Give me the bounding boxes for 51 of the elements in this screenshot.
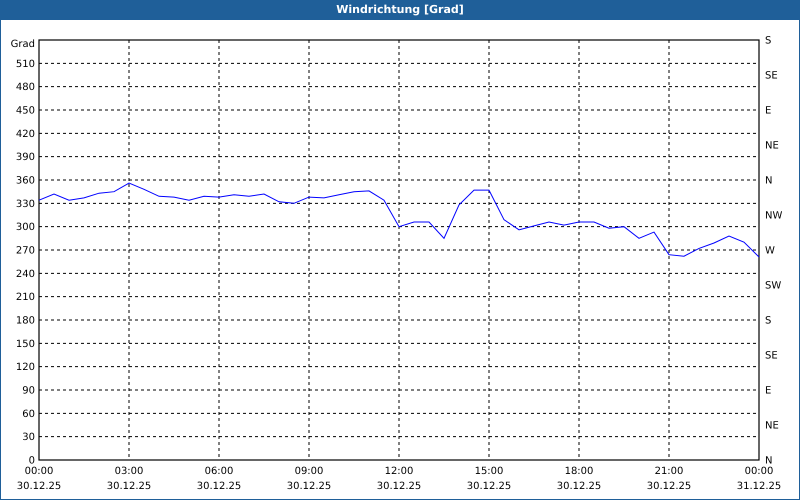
compass-direction-label: SE — [765, 350, 778, 362]
date-label: 31.12.25 — [736, 481, 782, 492]
date-label: 30.12.25 — [196, 481, 242, 492]
y-tick-label: 480 — [16, 82, 35, 94]
y-tick-label: 90 — [22, 386, 35, 396]
y-tick-label: 150 — [16, 338, 35, 350]
date-label: 30.12.25 — [106, 481, 152, 492]
date-label: 30.12.25 — [466, 481, 512, 492]
compass-direction-label: SE — [765, 70, 778, 82]
date-label: 30.12.25 — [286, 481, 332, 492]
y-tick-label: 330 — [16, 198, 35, 210]
y-tick-label: 450 — [16, 106, 35, 116]
window-title: Windrichtung [Grad] — [1, 0, 799, 20]
date-label: 30.12.25 — [16, 481, 62, 492]
compass-direction-label: N — [765, 176, 772, 186]
time-label: 21:00 — [654, 466, 684, 477]
compass-direction-label: NE — [765, 420, 779, 432]
time-label: 00:00 — [24, 466, 54, 477]
compass-direction-label: E — [765, 106, 772, 116]
compass-direction-label: S — [765, 316, 772, 326]
time-label: 00:00 — [744, 466, 774, 477]
time-label: 12:00 — [384, 466, 414, 477]
y-tick-label: 210 — [16, 292, 35, 304]
time-label: 06:00 — [204, 466, 234, 477]
time-label: 18:00 — [564, 466, 594, 477]
date-label: 30.12.25 — [646, 481, 692, 492]
compass-direction-label: NE — [765, 140, 779, 152]
y-tick-label: 300 — [16, 222, 35, 234]
y-tick-label: 0 — [28, 456, 35, 466]
compass-direction-label: W — [765, 246, 775, 256]
compass-direction-label: S — [765, 36, 772, 46]
time-label: 15:00 — [474, 466, 504, 477]
y-tick-label: 30 — [22, 432, 35, 444]
compass-direction-label: SW — [765, 280, 782, 292]
y-tick-label: 240 — [16, 268, 35, 280]
y-axis-title: Grad — [10, 39, 35, 50]
date-label: 30.12.25 — [556, 481, 602, 492]
compass-direction-label: N — [765, 456, 772, 466]
y-tick-label: 180 — [16, 316, 35, 326]
date-label: 30.12.25 — [376, 481, 422, 492]
y-tick-label: 390 — [16, 152, 35, 164]
y-tick-label: 120 — [16, 362, 35, 374]
y-tick-label: 60 — [22, 408, 35, 420]
compass-direction-label: NW — [765, 210, 782, 222]
time-label: 09:00 — [294, 466, 324, 477]
time-label: 03:00 — [114, 466, 144, 477]
y-tick-label: 360 — [16, 176, 35, 186]
y-tick-label: 420 — [16, 128, 35, 140]
y-tick-label: 510 — [16, 58, 35, 70]
compass-direction-label: E — [765, 386, 772, 396]
y-tick-label: 270 — [16, 246, 35, 256]
